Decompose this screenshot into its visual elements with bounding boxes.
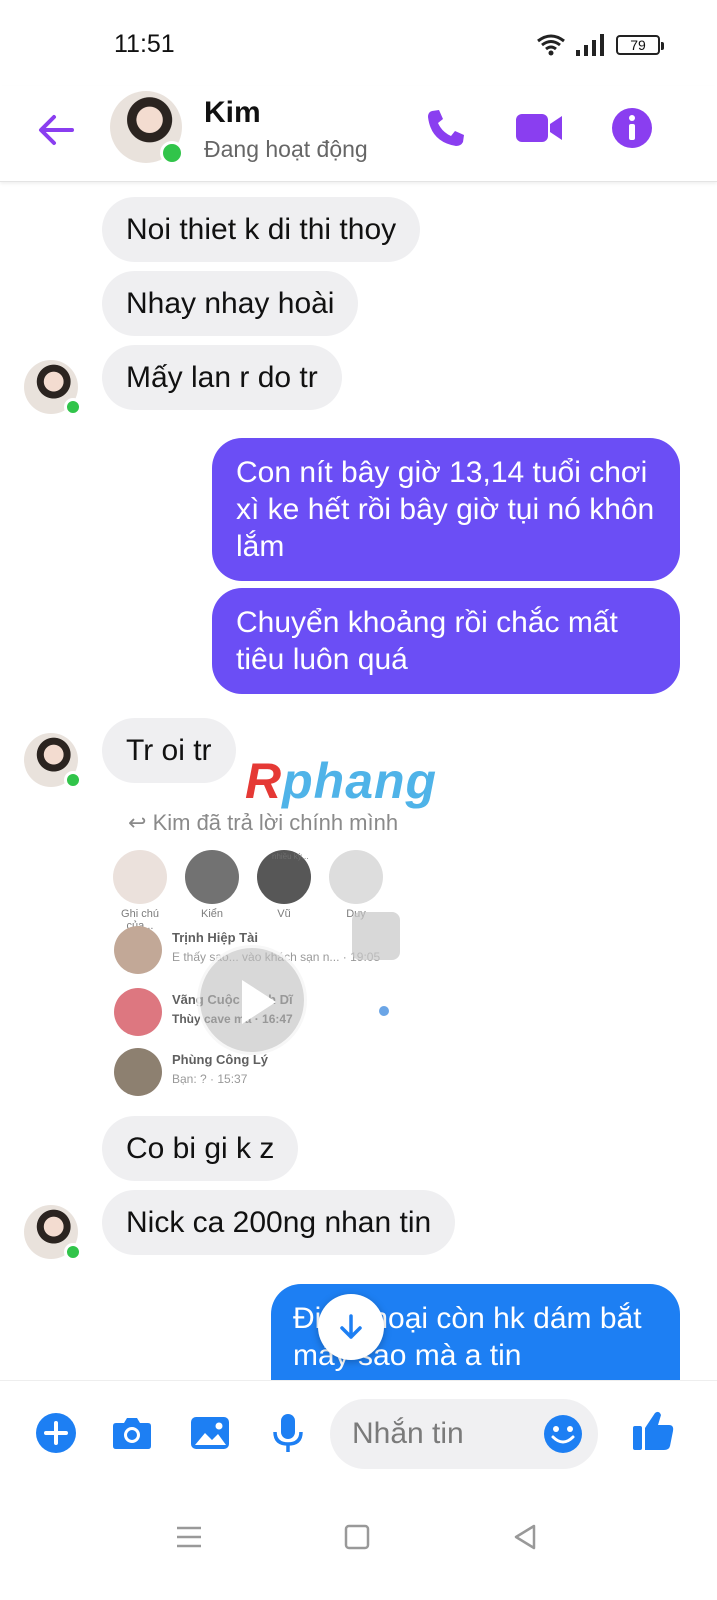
status-bar: 11:51 79 xyxy=(0,0,717,86)
reply-icon: ↩ xyxy=(128,810,147,835)
incoming-message[interactable]: Tr oi tr xyxy=(102,718,236,783)
preview-row: Phùng Công Lý Bạn: ? · 15:37 xyxy=(114,1048,394,1104)
phone-call-icon[interactable] xyxy=(424,106,468,150)
incoming-message[interactable]: Nhay nhay hoài xyxy=(102,271,359,336)
online-indicator xyxy=(160,141,184,165)
message-composer xyxy=(0,1380,717,1484)
status-time: 11:51 xyxy=(114,30,175,58)
online-indicator xyxy=(64,398,82,416)
menu-icon[interactable] xyxy=(174,1522,204,1552)
contact-avatar-small[interactable] xyxy=(24,1205,82,1261)
online-indicator xyxy=(64,771,82,789)
play-button-icon[interactable] xyxy=(197,945,307,1055)
info-icon[interactable] xyxy=(610,106,654,150)
preview-overlay-square xyxy=(352,912,400,960)
emoji-icon[interactable] xyxy=(542,1413,584,1455)
battery-icon: 79 xyxy=(616,35,664,55)
contact-avatar-small[interactable] xyxy=(24,360,82,416)
battery-level: 79 xyxy=(630,37,646,53)
online-indicator xyxy=(64,1243,82,1261)
video-call-icon[interactable] xyxy=(514,106,564,150)
camera-icon[interactable] xyxy=(110,1411,154,1455)
system-nav-bar xyxy=(0,1484,717,1600)
contact-status: Đang hoạt động xyxy=(204,136,368,162)
contact-name[interactable]: Kim xyxy=(204,96,261,130)
home-icon[interactable] xyxy=(342,1522,372,1552)
scroll-to-bottom-button[interactable] xyxy=(318,1294,384,1360)
status-icons: 79 xyxy=(536,30,664,60)
microphone-icon[interactable] xyxy=(266,1411,310,1455)
gallery-icon[interactable] xyxy=(188,1411,232,1455)
thumbs-up-icon[interactable] xyxy=(630,1407,676,1453)
conversation-header: Kim Đang hoạt động xyxy=(0,86,717,182)
back-icon[interactable] xyxy=(510,1522,540,1552)
watermark-logo: Rphang xyxy=(245,753,438,809)
wifi-icon xyxy=(537,34,565,56)
contact-avatar-small[interactable] xyxy=(24,733,82,789)
outgoing-message[interactable]: Con nít bây giờ 13,14 tuổi chơi xì ke hế… xyxy=(212,438,680,581)
unread-dot xyxy=(379,1006,389,1016)
story-item: Kiển xyxy=(184,850,240,920)
signal-icon xyxy=(576,34,604,56)
incoming-message[interactable]: Noi thiet k di thi thoy xyxy=(102,197,421,262)
incoming-message[interactable]: Mấy lan r do tr xyxy=(102,345,342,410)
outgoing-message[interactable]: Chuyển khoảng rồi chắc mất tiêu luôn quá xyxy=(212,588,680,694)
arrow-down-icon xyxy=(340,1314,362,1339)
back-arrow-icon[interactable] xyxy=(34,108,78,152)
story-note: nhiều kỳ... xyxy=(272,852,309,861)
reply-note: ↩ Kim đã trả lời chính mình xyxy=(128,810,399,835)
incoming-message[interactable]: Co bi gi k z xyxy=(102,1116,299,1181)
story-item: Ghi chú của... xyxy=(112,850,168,932)
plus-icon[interactable] xyxy=(34,1411,78,1455)
story-item: Duy xyxy=(328,850,384,920)
incoming-message[interactable]: Nick ca 200ng nhan tin xyxy=(102,1190,456,1255)
contact-avatar[interactable] xyxy=(110,91,184,165)
